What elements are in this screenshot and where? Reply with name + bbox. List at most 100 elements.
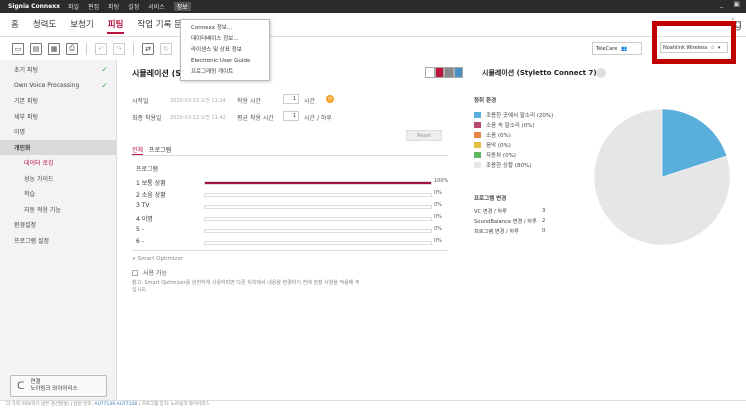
legend-label: 음악 (0%) [486, 143, 511, 149]
prog-change-section-label: 프로그램 변경 [474, 196, 507, 202]
toggle-left-ear[interactable] [453, 67, 463, 78]
tab-audiogram[interactable]: 청력도 [26, 13, 63, 37]
minimize-icon[interactable]: _ [720, 0, 724, 8]
sidebar-item-label: Own Voice Processing [14, 81, 80, 89]
connect-button[interactable]: ᑕ 연결 노아링크 와이어리스 [10, 375, 107, 397]
clock-icon[interactable]: ◷ [326, 95, 334, 103]
serial-right[interactable]: AU77108 [117, 402, 138, 407]
sidebar-item-label: 초기 피팅 [14, 67, 38, 75]
wireless-label: Noahlink Wireless [663, 44, 708, 51]
menu-info[interactable]: 정보 [173, 2, 191, 11]
legend-swatch [474, 112, 481, 118]
undo-icon[interactable]: ↶ [95, 42, 107, 55]
toolbar-separator [133, 42, 134, 55]
sidebar-item-label: 프로그램 설정 [14, 237, 50, 245]
people-icon: 👥 [621, 45, 628, 52]
avg-wear-value: 1 [283, 111, 299, 121]
smart-optimizer-toggle[interactable]: ∨ Smart Optimizer [132, 256, 183, 262]
menu-settings[interactable]: 설정 [128, 2, 139, 11]
sidebar-item-label: 이명 [14, 129, 26, 137]
toggle-both[interactable] [444, 67, 454, 78]
tab-program[interactable]: 프로그램 [149, 145, 171, 155]
program-row[interactable]: 6 - 0% [136, 238, 446, 248]
legend-swatch [474, 132, 481, 138]
serial-left[interactable]: AU77149 [94, 402, 115, 407]
wireless-selector[interactable]: Noahlink Wireless ☆ ▾ [660, 42, 728, 53]
sidebar-item-auto-adapt[interactable]: 자동 적응 기능 [0, 202, 116, 218]
toggle-right-ear[interactable] [434, 67, 444, 78]
tab-all[interactable]: 전체 [132, 145, 144, 155]
program-row[interactable]: 2 소음 상황 0% [136, 190, 446, 200]
redo-icon[interactable]: ↷ [113, 42, 125, 55]
device-status-icon [596, 68, 606, 78]
program-name: 3 TV [136, 202, 150, 209]
subtabs: 전체 프로그램 [132, 145, 171, 155]
menu-item-connexx-info[interactable]: Connexx 정보... [181, 23, 269, 34]
status-text: 더 가까 (바보하기 않은 경선발생) | 일련 번호: [6, 402, 93, 407]
sidebar-item-personalize[interactable]: 개인화 [0, 139, 116, 155]
menu-service[interactable]: 서비스 [148, 2, 165, 11]
checkbox-box[interactable] [132, 269, 138, 276]
connect-line1: 연결 [30, 379, 41, 385]
tab-home[interactable]: 홈 [0, 13, 26, 37]
sidebar-item-label: 성능 가이드 [24, 175, 54, 183]
stat-value: 2 [542, 218, 546, 224]
menu-file[interactable]: 파일 [68, 2, 79, 11]
sidebar-item-label: 데이터 로깅 [24, 160, 54, 168]
save-icon[interactable]: ▦ [48, 42, 60, 55]
usable-checkbox[interactable]: 사용 가능 [132, 268, 167, 277]
legend-swatch [474, 162, 481, 168]
menu-item-database-info[interactable]: 데이터베이스 정보... [181, 34, 269, 45]
print-icon[interactable]: ⎙ [66, 42, 78, 55]
sidebar-item-tinnitus[interactable]: 이명 [0, 124, 116, 140]
sidebar-item-fine-fit[interactable]: 세부 피팅 [0, 109, 116, 125]
toggle-left[interactable] [425, 67, 435, 78]
sidebar-item-initial-fit[interactable]: 초기 피팅 ✓ [0, 62, 116, 78]
side-toggle[interactable] [425, 67, 463, 78]
sidebar-item-performance-guide[interactable]: 성능 가이드 [0, 171, 116, 187]
menu-item-user-guide[interactable]: Electronic User Guide [181, 56, 269, 67]
env-legend-item: 소음 속 말소리 (0%) [474, 121, 535, 129]
program-usage-bar [204, 241, 432, 245]
stat-label: VC 변경 / 하루 [474, 209, 507, 215]
sidebar-item-learning[interactable]: 학습 [0, 186, 116, 202]
usable-label: 사용 가능 [143, 270, 167, 277]
check-icon: ✓ [101, 80, 108, 90]
legend-label: 자동차 (0%) [486, 153, 516, 159]
sidebar-item-program-settings[interactable]: 프로그램 설정 [0, 233, 116, 249]
menu-fitting[interactable]: 피팅 [108, 2, 119, 11]
menu-item-license[interactable]: 라이센스 및 상표 정보 [181, 45, 269, 56]
program-row[interactable]: 3 TV 0% [136, 202, 446, 212]
app-name: Signia Connexx [8, 3, 61, 10]
stat-value: 0 [542, 228, 546, 234]
menu-item-programming-gate[interactable]: 프로그래밍 게이트 [181, 67, 269, 78]
sidebar-item-basic-fit[interactable]: 기본 피팅 [0, 93, 116, 109]
restore-icon[interactable]: ▣ [733, 0, 740, 8]
program-row[interactable]: 4 이명 0% [136, 214, 446, 224]
sidebar-item-label: 세부 피팅 [14, 113, 38, 121]
status-bar: 더 가까 (바보하기 않은 경선발생) | 일련 번호: AU77149 AU7… [0, 400, 746, 409]
refresh-icon[interactable]: ↻ [160, 42, 172, 55]
sidebar-item-label: 학습 [24, 191, 36, 199]
page-title: 시뮬레이션 (St [132, 69, 185, 78]
sidebar-item-own-voice[interactable]: Own Voice Processing ✓ [0, 78, 116, 94]
sync-icon[interactable]: ⇄ [142, 42, 154, 55]
program-percent: 0% [434, 226, 442, 232]
open-document-icon[interactable]: ▤ [30, 42, 42, 55]
menu-edit[interactable]: 편집 [88, 2, 99, 11]
new-document-icon[interactable]: ▭ [12, 42, 24, 55]
reset-button[interactable]: Reset [406, 130, 442, 141]
env-section-label: 청취 환경 [474, 98, 497, 104]
telecare-button[interactable]: TeleCare 👥 [592, 42, 642, 55]
tab-fitting[interactable]: 피팅 [101, 13, 131, 37]
program-percent: 0% [434, 202, 442, 208]
sidebar-item-environment[interactable]: 환경설정 [0, 217, 116, 233]
sidebar-item-label: 환경설정 [14, 222, 37, 230]
program-row[interactable]: 1 보통 상황 100% [136, 178, 448, 188]
program-row[interactable]: 5 - 0% [136, 226, 446, 236]
window-controls: _ ▣ [720, 0, 740, 8]
stat-label: 프로그램 변경 / 하루 [474, 229, 519, 235]
tab-hearing-aid[interactable]: 보청기 [63, 13, 100, 37]
connect-label: 연결 노아링크 와이어리스 [30, 379, 77, 393]
sidebar-item-data-logging[interactable]: 데이터 로깅 [0, 155, 116, 171]
